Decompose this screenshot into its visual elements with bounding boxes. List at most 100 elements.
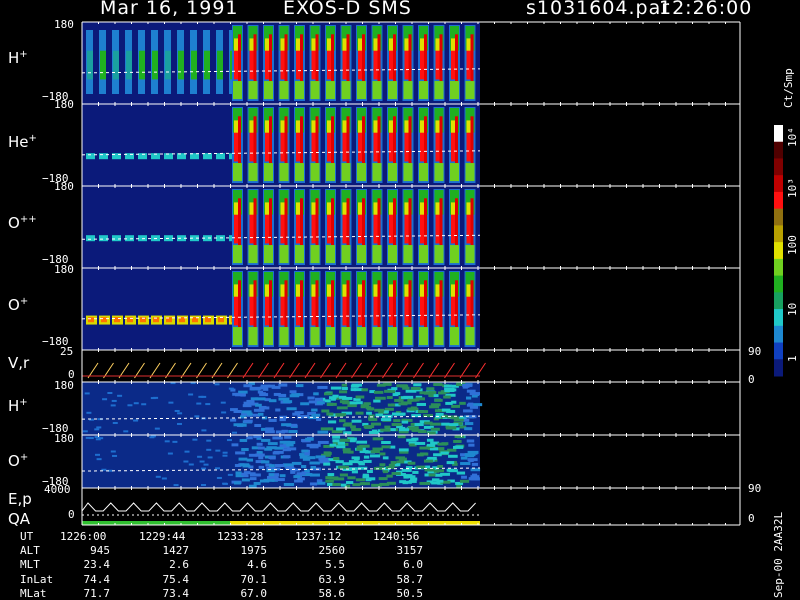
- spectral-cell: [403, 395, 414, 399]
- spectral-cell: [86, 411, 92, 414]
- spectral-cell: [246, 458, 254, 462]
- spectral-cell: [264, 245, 273, 264]
- spectral-cell: [268, 464, 275, 468]
- spectral-cell: [356, 440, 368, 444]
- spectral-cell: [318, 457, 329, 461]
- spectral-cell: [355, 411, 364, 415]
- spectral-cell: [221, 411, 227, 414]
- spectral-cell: [152, 50, 158, 80]
- spectral-cell: [337, 441, 345, 445]
- panel-label-h-plus: H+: [8, 49, 28, 67]
- panel-label-qa: QA: [8, 510, 31, 528]
- spectral-cell: [361, 388, 368, 392]
- qa-bar-good: [82, 521, 230, 525]
- spectral-cell: [438, 447, 445, 451]
- spectral-cell: [248, 81, 258, 100]
- spectral-cell: [426, 443, 435, 447]
- spectral-cell: [338, 395, 347, 399]
- spectral-cell: [306, 443, 316, 447]
- spectral-cell: [343, 450, 349, 454]
- spectral-cell: [326, 412, 334, 416]
- spectral-cell: [256, 453, 265, 457]
- spectral-cell: [310, 327, 320, 346]
- ephem-label-ut: UT: [20, 530, 34, 543]
- spectral-cell: [434, 81, 444, 100]
- spectral-cell: [233, 81, 242, 100]
- spectral-cell: [417, 410, 429, 414]
- spectral-cell: [264, 327, 273, 346]
- spectral-cell: [430, 427, 440, 431]
- colorbar-segment: [774, 225, 783, 243]
- spectral-cell: [296, 472, 306, 476]
- spectral-cell: [402, 481, 409, 485]
- spectral-cell: [199, 460, 205, 463]
- spectral-cell: [302, 457, 311, 461]
- spectral-cell: [471, 462, 479, 466]
- right-tick: 90: [748, 345, 762, 358]
- y-tick: 0: [68, 508, 75, 521]
- spectral-cell: [450, 327, 459, 346]
- spectral-cell: [419, 327, 428, 346]
- ephem-cell: 5.5: [325, 558, 345, 571]
- spectral-cell: [333, 456, 340, 460]
- spectral-cell: [117, 394, 123, 397]
- colorbar-segment: [774, 191, 783, 210]
- y-tick: 180: [54, 379, 74, 392]
- spectral-cell: [366, 411, 372, 415]
- spectral-cell: [393, 419, 401, 423]
- spectral-cell: [279, 383, 288, 387]
- spectral-cell: [86, 235, 95, 242]
- spectral-cell: [233, 481, 241, 485]
- spectral-cell: [372, 163, 382, 182]
- spectral-cell: [428, 473, 436, 477]
- spectral-cell: [368, 416, 375, 420]
- spectral-cell: [426, 387, 435, 391]
- y-tick: 180: [54, 263, 74, 276]
- panel-label-o-plus-2: O+: [8, 452, 29, 470]
- colorbar-segment: [774, 292, 783, 310]
- spectral-cell: [255, 403, 262, 407]
- colorbar-segment: [774, 342, 783, 360]
- spectral-cell: [465, 81, 475, 100]
- spectral-cell: [413, 383, 422, 387]
- spectral-cell: [173, 484, 179, 487]
- spectral-cell: [408, 479, 417, 483]
- spectral-cell: [357, 245, 366, 264]
- spectral-cell: [231, 431, 237, 434]
- spectral-cell: [375, 396, 386, 400]
- spectral-cell: [381, 441, 391, 445]
- y-tick: 180: [54, 98, 74, 111]
- spectral-cell: [300, 402, 310, 406]
- spectral-cell: [178, 50, 184, 80]
- spectral-cell: [233, 327, 242, 346]
- spectral-cell: [110, 450, 116, 453]
- spectral-cell: [203, 463, 209, 466]
- spectrogram-plot: [81, 21, 783, 526]
- spectral-cell: [460, 462, 471, 466]
- spectral-cell: [423, 459, 434, 463]
- spectral-cell: [434, 245, 444, 264]
- spectral-cell: [279, 327, 289, 346]
- spectral-cell: [380, 428, 391, 432]
- spectral-cell: [366, 470, 373, 474]
- spectral-cell: [330, 397, 336, 401]
- spectral-cell: [243, 471, 251, 475]
- panel-frame: [82, 350, 740, 382]
- spectral-cell: [419, 245, 428, 264]
- spectral-cell: [350, 384, 359, 388]
- spectral-cell: [295, 81, 304, 100]
- spectral-cell: [327, 482, 334, 486]
- spectral-cell: [264, 163, 273, 182]
- spectral-cell: [228, 387, 234, 390]
- spectral-cell: [201, 484, 207, 487]
- spectral-cell: [372, 437, 384, 441]
- y-tick: 180: [54, 432, 74, 445]
- spectral-cell: [288, 430, 298, 434]
- spectral-cell: [112, 421, 118, 424]
- spectral-cell: [451, 404, 460, 408]
- spectral-cell: [326, 327, 335, 346]
- spectral-cell: [214, 383, 220, 386]
- spectral-cell: [466, 439, 475, 443]
- spectral-cell: [381, 445, 391, 449]
- spectral-cell: [184, 450, 190, 453]
